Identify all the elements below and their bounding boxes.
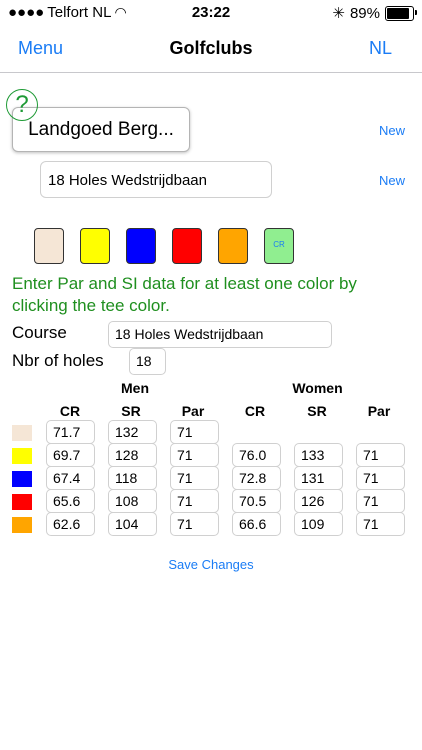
- men-par-input[interactable]: 71: [170, 512, 219, 536]
- new-course-button[interactable]: New: [379, 173, 405, 188]
- men-cr-input[interactable]: 71.7: [46, 420, 95, 444]
- battery-percent: 89%: [349, 4, 380, 22]
- tee-swatch-red[interactable]: [172, 228, 202, 264]
- women-par-header: Par: [367, 403, 391, 419]
- course-label: Course: [12, 323, 67, 342]
- tee-swatch-orange[interactable]: [218, 228, 248, 264]
- men-par-input[interactable]: 71: [170, 466, 219, 490]
- women-par-input[interactable]: 71: [356, 466, 405, 490]
- women-cr-input[interactable]: 72.8: [232, 466, 281, 490]
- tee-dot-orange: [12, 517, 32, 533]
- tee-swatch-blue[interactable]: [126, 228, 156, 264]
- women-par-input[interactable]: 71: [356, 512, 405, 536]
- language-button[interactable]: NL: [369, 38, 392, 59]
- tee-dot-beige: [12, 425, 32, 441]
- battery-icon: [385, 5, 417, 21]
- men-cr-input[interactable]: 62.6: [46, 512, 95, 536]
- status-right: ✳ 89%: [332, 4, 417, 22]
- holes-input[interactable]: 18: [129, 348, 166, 375]
- men-sr-input[interactable]: 132: [108, 420, 157, 444]
- women-sr-input[interactable]: 109: [294, 512, 343, 536]
- women-sr-header: SR: [307, 403, 327, 419]
- page-title: Golfclubs: [169, 38, 253, 58]
- men-cr-input[interactable]: 67.4: [46, 466, 95, 490]
- women-header: Women: [292, 380, 343, 396]
- men-cr-input[interactable]: 69.7: [46, 443, 95, 467]
- course-name-input[interactable]: 18 Holes Wedstrijdbaan: [108, 321, 332, 348]
- men-header: Men: [121, 380, 149, 396]
- women-cr-input[interactable]: 70.5: [232, 489, 281, 513]
- tee-dot-blue: [12, 471, 32, 487]
- tee-swatch-yellow[interactable]: [80, 228, 110, 264]
- cr-swatch-label: CR: [273, 240, 285, 249]
- women-cr-input[interactable]: 76.0: [232, 443, 281, 467]
- women-sr-input[interactable]: 131: [294, 466, 343, 490]
- tee-swatch-beige[interactable]: [34, 228, 64, 264]
- men-sr-input[interactable]: 108: [108, 489, 157, 513]
- men-par-input[interactable]: 71: [170, 420, 219, 444]
- men-cr-header: CR: [59, 403, 81, 419]
- new-club-button[interactable]: New: [379, 123, 405, 138]
- club-select-button[interactable]: Landgoed Berg...: [12, 107, 190, 152]
- holes-label: Nbr of holes: [12, 351, 104, 370]
- status-bar: ●●●● Telfort NL ◠ 23:22 ✳ 89%: [0, 0, 422, 26]
- men-par-header: Par: [181, 403, 205, 419]
- instruction-text: Enter Par and SI data for at least one c…: [12, 274, 357, 315]
- women-cr-header: CR: [244, 403, 266, 419]
- men-cr-input[interactable]: 65.6: [46, 489, 95, 513]
- course-select-field[interactable]: 18 Holes Wedstrijdbaan: [40, 161, 272, 198]
- tee-dot-yellow: [12, 448, 32, 464]
- women-sr-input[interactable]: 133: [294, 443, 343, 467]
- women-sr-input[interactable]: 126: [294, 489, 343, 513]
- tee-dot-red: [12, 494, 32, 510]
- men-sr-input[interactable]: 118: [108, 466, 157, 490]
- men-sr-input[interactable]: 104: [108, 512, 157, 536]
- help-icon[interactable]: ?: [6, 89, 38, 121]
- women-par-input[interactable]: 71: [356, 489, 405, 513]
- bluetooth-icon: ✳: [332, 5, 345, 22]
- save-changes-button[interactable]: Save Changes: [0, 557, 422, 572]
- women-par-input[interactable]: 71: [356, 443, 405, 467]
- women-cr-input[interactable]: 66.6: [232, 512, 281, 536]
- men-par-input[interactable]: 71: [170, 443, 219, 467]
- men-sr-header: SR: [121, 403, 141, 419]
- men-par-input[interactable]: 71: [170, 489, 219, 513]
- men-sr-input[interactable]: 128: [108, 443, 157, 467]
